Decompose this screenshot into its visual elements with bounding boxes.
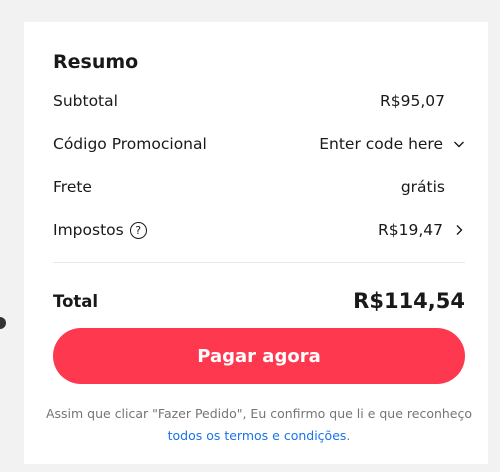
pay-now-button[interactable]: Pagar agora <box>53 328 465 384</box>
shipping-value: grátis <box>400 178 445 196</box>
subtotal-value: R$95,07 <box>379 92 445 110</box>
chevron-right-icon[interactable] <box>453 224 465 236</box>
subtotal-label: Subtotal <box>53 92 118 110</box>
promo-code-selector[interactable]: Enter code here <box>319 135 465 153</box>
total-row: Total R$114,54 <box>53 286 465 316</box>
taxes-label: Impostos <box>53 221 124 239</box>
disclaimer-text: Assim que clicar "Fazer Pedido", Eu conf… <box>45 406 473 421</box>
terms-link[interactable]: todos os termos e condições <box>168 428 347 443</box>
order-summary-card: Resumo Subtotal R$95,07 Código Promocion… <box>24 22 488 464</box>
total-value: R$114,54 <box>353 289 465 313</box>
summary-title: Resumo <box>53 51 139 73</box>
disclaimer-period: . <box>346 428 351 443</box>
shipping-label: Frete <box>53 178 92 196</box>
chevron-down-icon[interactable] <box>453 138 465 150</box>
shipping-row: Frete grátis <box>53 175 465 199</box>
promo-code-row[interactable]: Código Promocional Enter code here <box>53 132 465 156</box>
side-handle <box>0 317 6 329</box>
divider <box>53 262 465 263</box>
subtotal-row: Subtotal R$95,07 <box>53 89 465 113</box>
taxes-label-group: Impostos ? <box>53 221 147 239</box>
taxes-row[interactable]: Impostos ? R$19,47 <box>53 218 465 242</box>
taxes-value-group[interactable]: R$19,47 <box>378 221 465 239</box>
promo-code-label: Código Promocional <box>53 135 207 153</box>
checkout-page: Resumo Subtotal R$95,07 Código Promocion… <box>0 0 500 472</box>
total-label: Total <box>53 291 99 311</box>
terms-disclaimer: Assim que clicar "Fazer Pedido", Eu conf… <box>44 403 474 447</box>
question-circle-icon[interactable]: ? <box>129 221 147 239</box>
promo-code-placeholder[interactable]: Enter code here <box>319 135 443 153</box>
taxes-value: R$19,47 <box>377 221 443 239</box>
